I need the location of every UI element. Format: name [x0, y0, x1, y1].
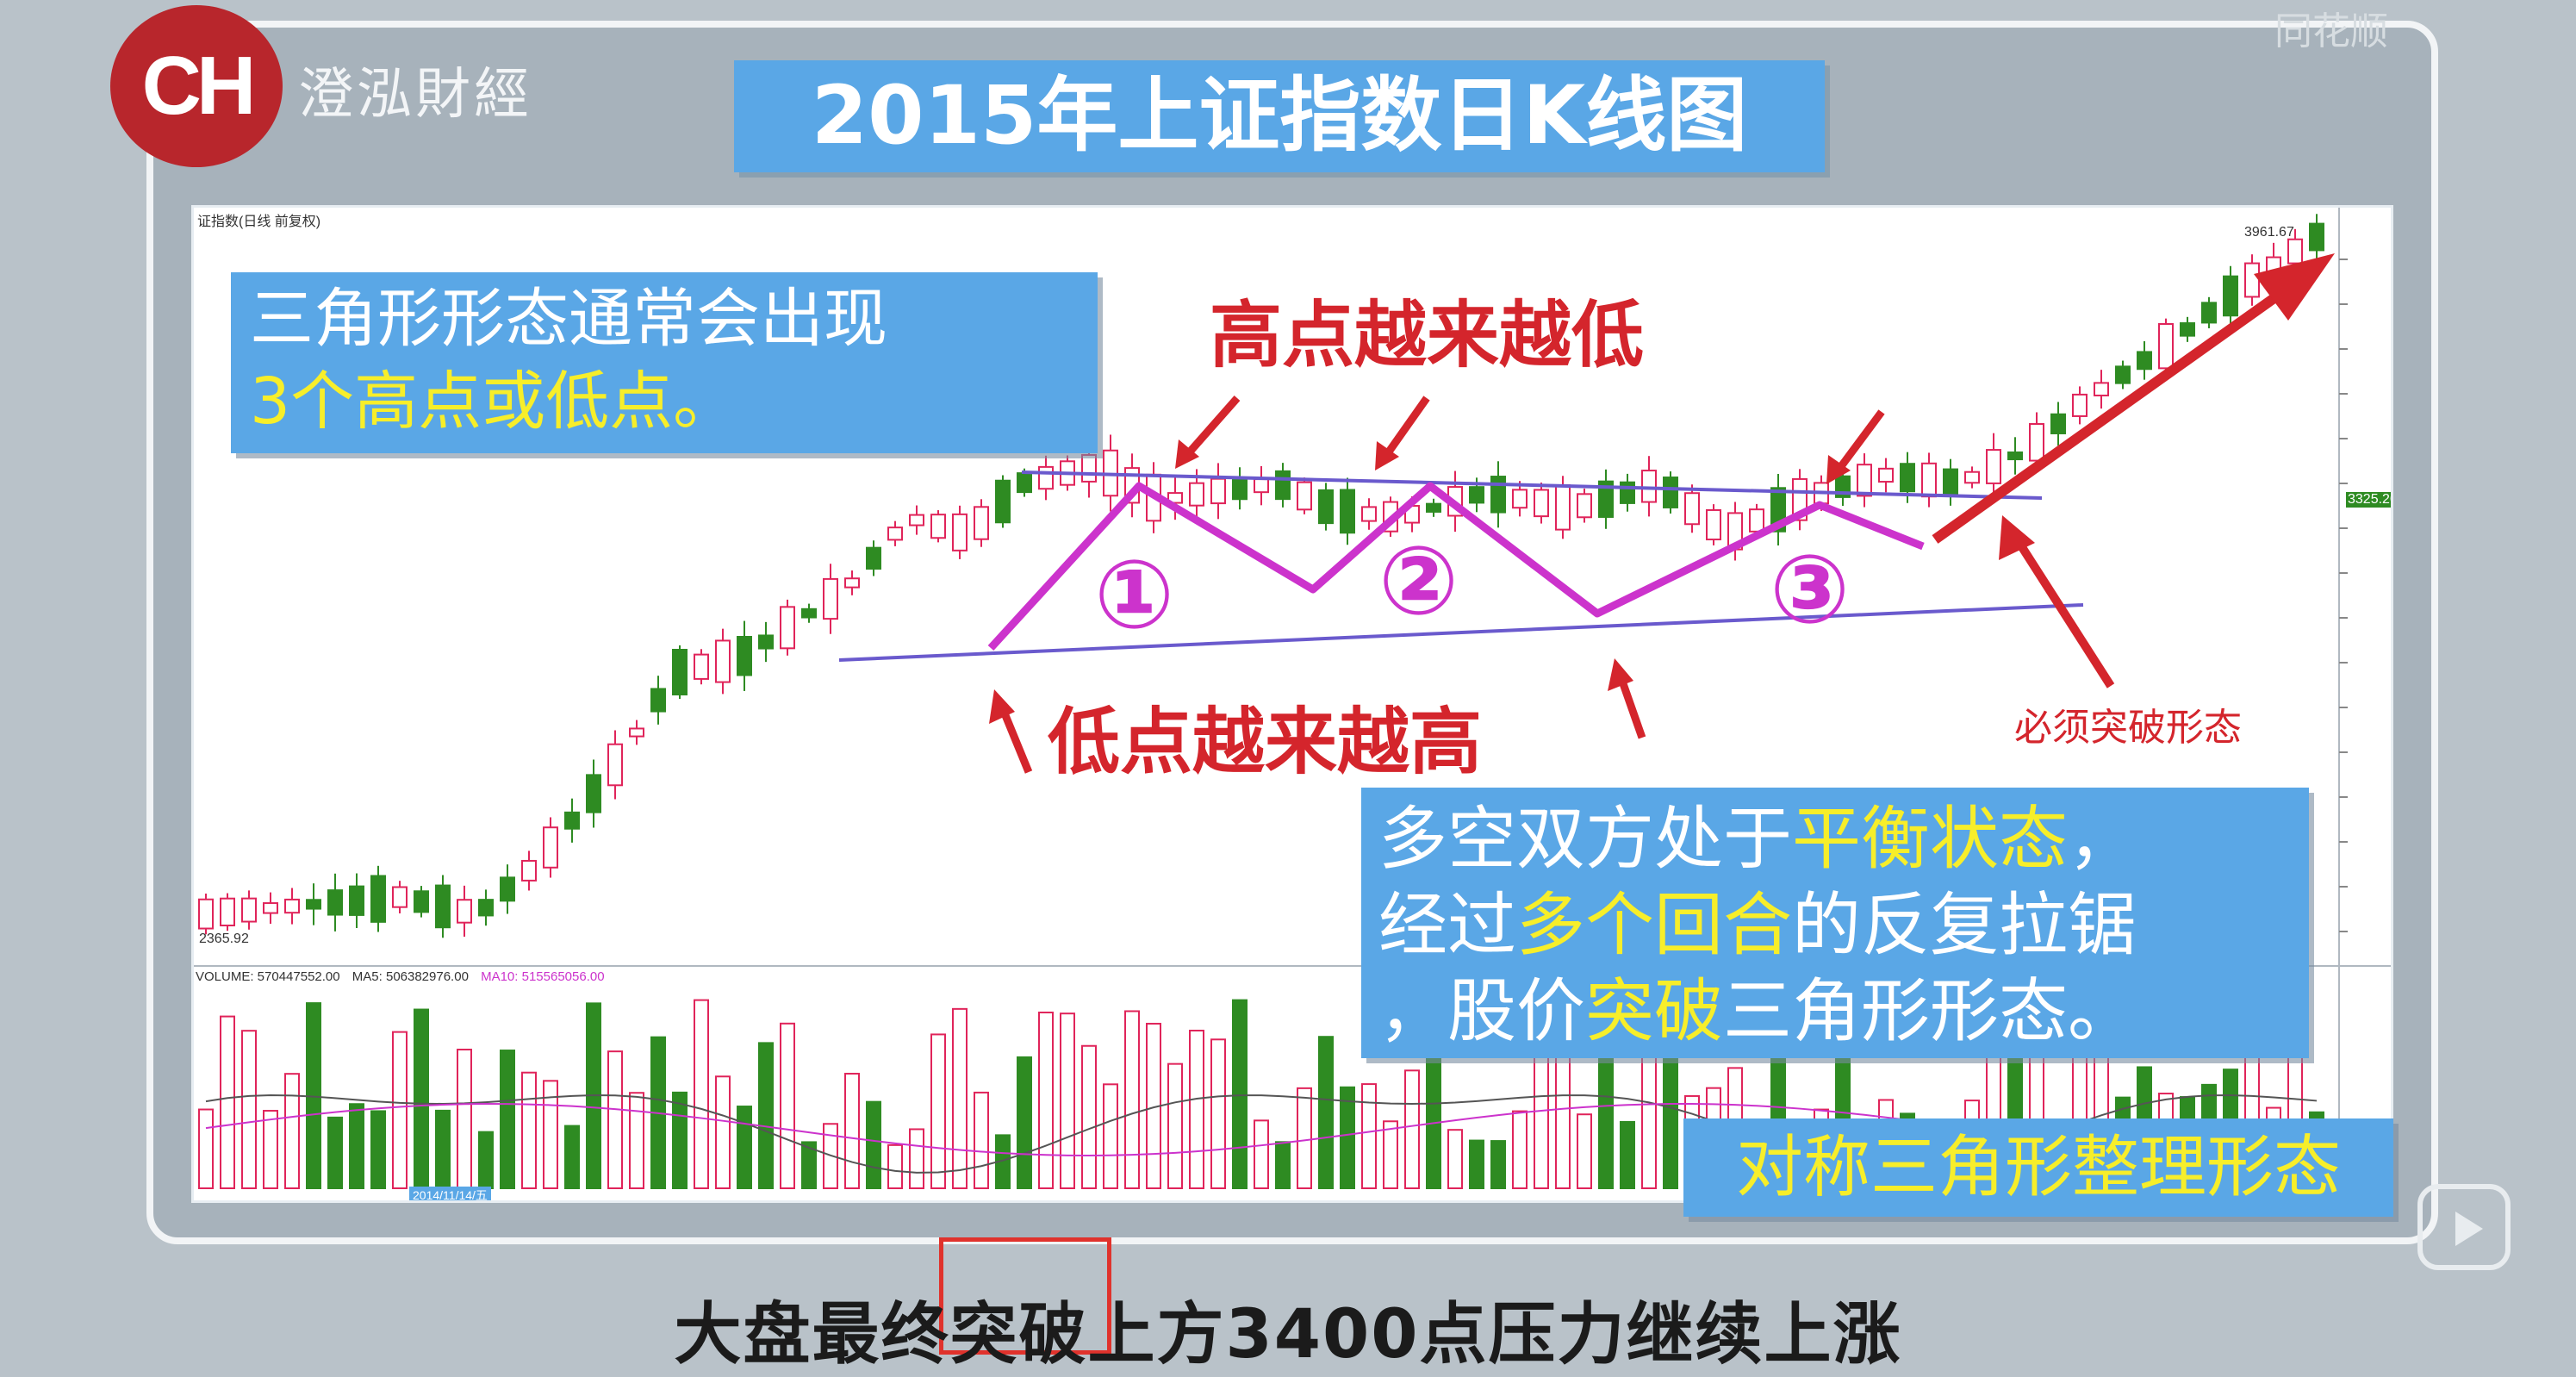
- pattern-name-box: 对称三角形整理形态: [1683, 1118, 2393, 1217]
- breakout-arrowhead: [2254, 253, 2335, 321]
- low-label: 低点越来越高: [1048, 700, 1483, 784]
- callout-line-highlight: 3个高点或低点。: [250, 364, 737, 439]
- must-break-label: 必须突破形态: [2014, 706, 2242, 750]
- callout-line: 三角形形态通常会出现: [250, 282, 887, 356]
- text: ，股价: [1378, 971, 1585, 1051]
- callout-box-balance: 多空双方处于平衡状态， 经过多个回合的反复拉锯 ，股价突破三角形形态。: [1361, 788, 2309, 1058]
- breakout-arrow: [1932, 289, 2285, 544]
- video-subtitle: 大盘最终突破上方3400点压力继续上涨: [674, 1296, 1902, 1374]
- circle-3: ③: [1770, 534, 1850, 645]
- high-label: 高点越来越低: [1210, 293, 1645, 377]
- circle-1: ①: [1094, 539, 1174, 650]
- text: 经过: [1378, 885, 1516, 965]
- text-highlight: 多个回合: [1516, 885, 1792, 965]
- text: 的反复拉锯: [1792, 885, 2137, 965]
- circle-2: ②: [1378, 526, 1459, 636]
- callout-line: ，股价突破三角形形态。: [1378, 969, 2309, 1055]
- high-arrows: [1182, 396, 1885, 475]
- text: ，: [2068, 799, 2137, 879]
- upper-trendline: [1021, 470, 2043, 500]
- play-icon[interactable]: [2417, 1184, 2511, 1270]
- text-highlight: 突破: [1585, 971, 1723, 1051]
- callout-line: 多空双方处于平衡状态，: [1378, 796, 2309, 882]
- text: 三角形形态。: [1723, 971, 2137, 1051]
- callout-box-triangle: 三角形形态通常会出现 3个高点或低点。: [231, 272, 1098, 453]
- text: 多空双方处于: [1378, 799, 1792, 879]
- must-break-arrow: [2012, 535, 2115, 688]
- callout-line: 经过多个回合的反复拉锯: [1378, 882, 2309, 969]
- text-highlight: 平衡状态: [1792, 799, 2068, 879]
